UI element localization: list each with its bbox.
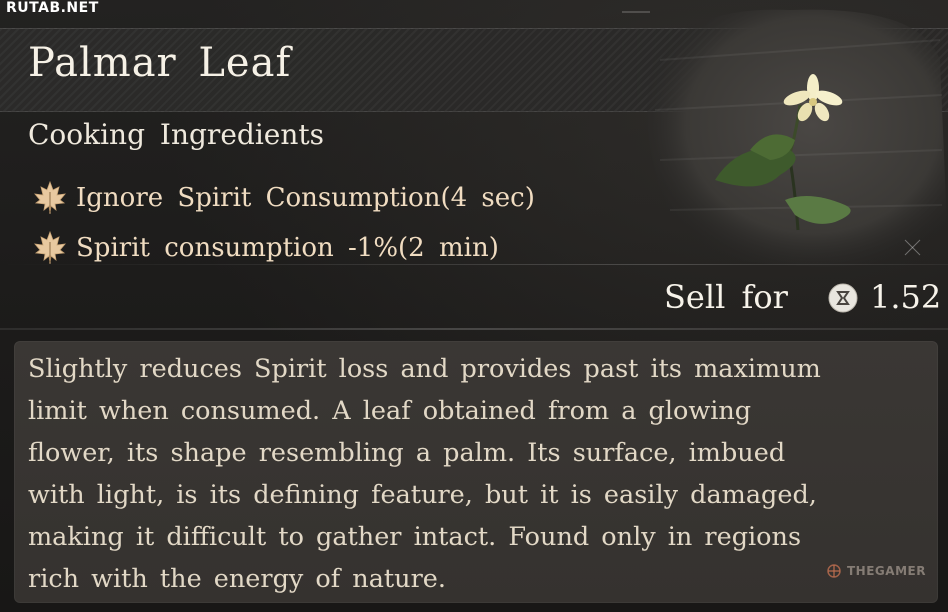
description-line: flower, its shape resembling a palm. Its…	[28, 438, 786, 468]
effect-row: Ignore Spirit Consumption(4 sec)	[30, 178, 535, 218]
sell-label: Sell for	[664, 278, 788, 316]
item-description: Slightly reduces Spirit loss and provide…	[28, 348, 888, 600]
description-line: Slightly reduces Spirit loss and provide…	[28, 354, 821, 384]
maple-leaf-icon	[34, 180, 66, 215]
description-line: rich with the energy of nature.	[28, 564, 446, 594]
description-line: limit when consumed. A leaf obtained fro…	[28, 396, 752, 426]
brand-watermark: THEGAMER	[826, 563, 926, 579]
description-line: with light, is its defining feature, but…	[28, 480, 817, 510]
item-image	[620, 0, 948, 270]
description-line: making it difficult to gather intact. Fo…	[28, 522, 802, 552]
brand-text: THEGAMER	[847, 564, 926, 578]
divider	[0, 264, 948, 265]
item-category: Cooking Ingredients	[28, 118, 324, 151]
effect-text: Spirit consumption -1%(2 min)	[76, 233, 499, 263]
item-name: Palmar Leaf	[28, 40, 292, 86]
sell-price: 1.52	[870, 278, 942, 316]
divider	[0, 328, 948, 330]
maple-leaf-icon	[34, 230, 66, 265]
watermark: RUTAB.NET	[6, 0, 99, 16]
brand-logo-icon	[827, 564, 841, 578]
effect-row: Spirit consumption -1%(2 min)	[30, 228, 499, 268]
currency-coin-icon	[828, 283, 858, 313]
effect-text: Ignore Spirit Consumption(4 sec)	[76, 183, 535, 213]
